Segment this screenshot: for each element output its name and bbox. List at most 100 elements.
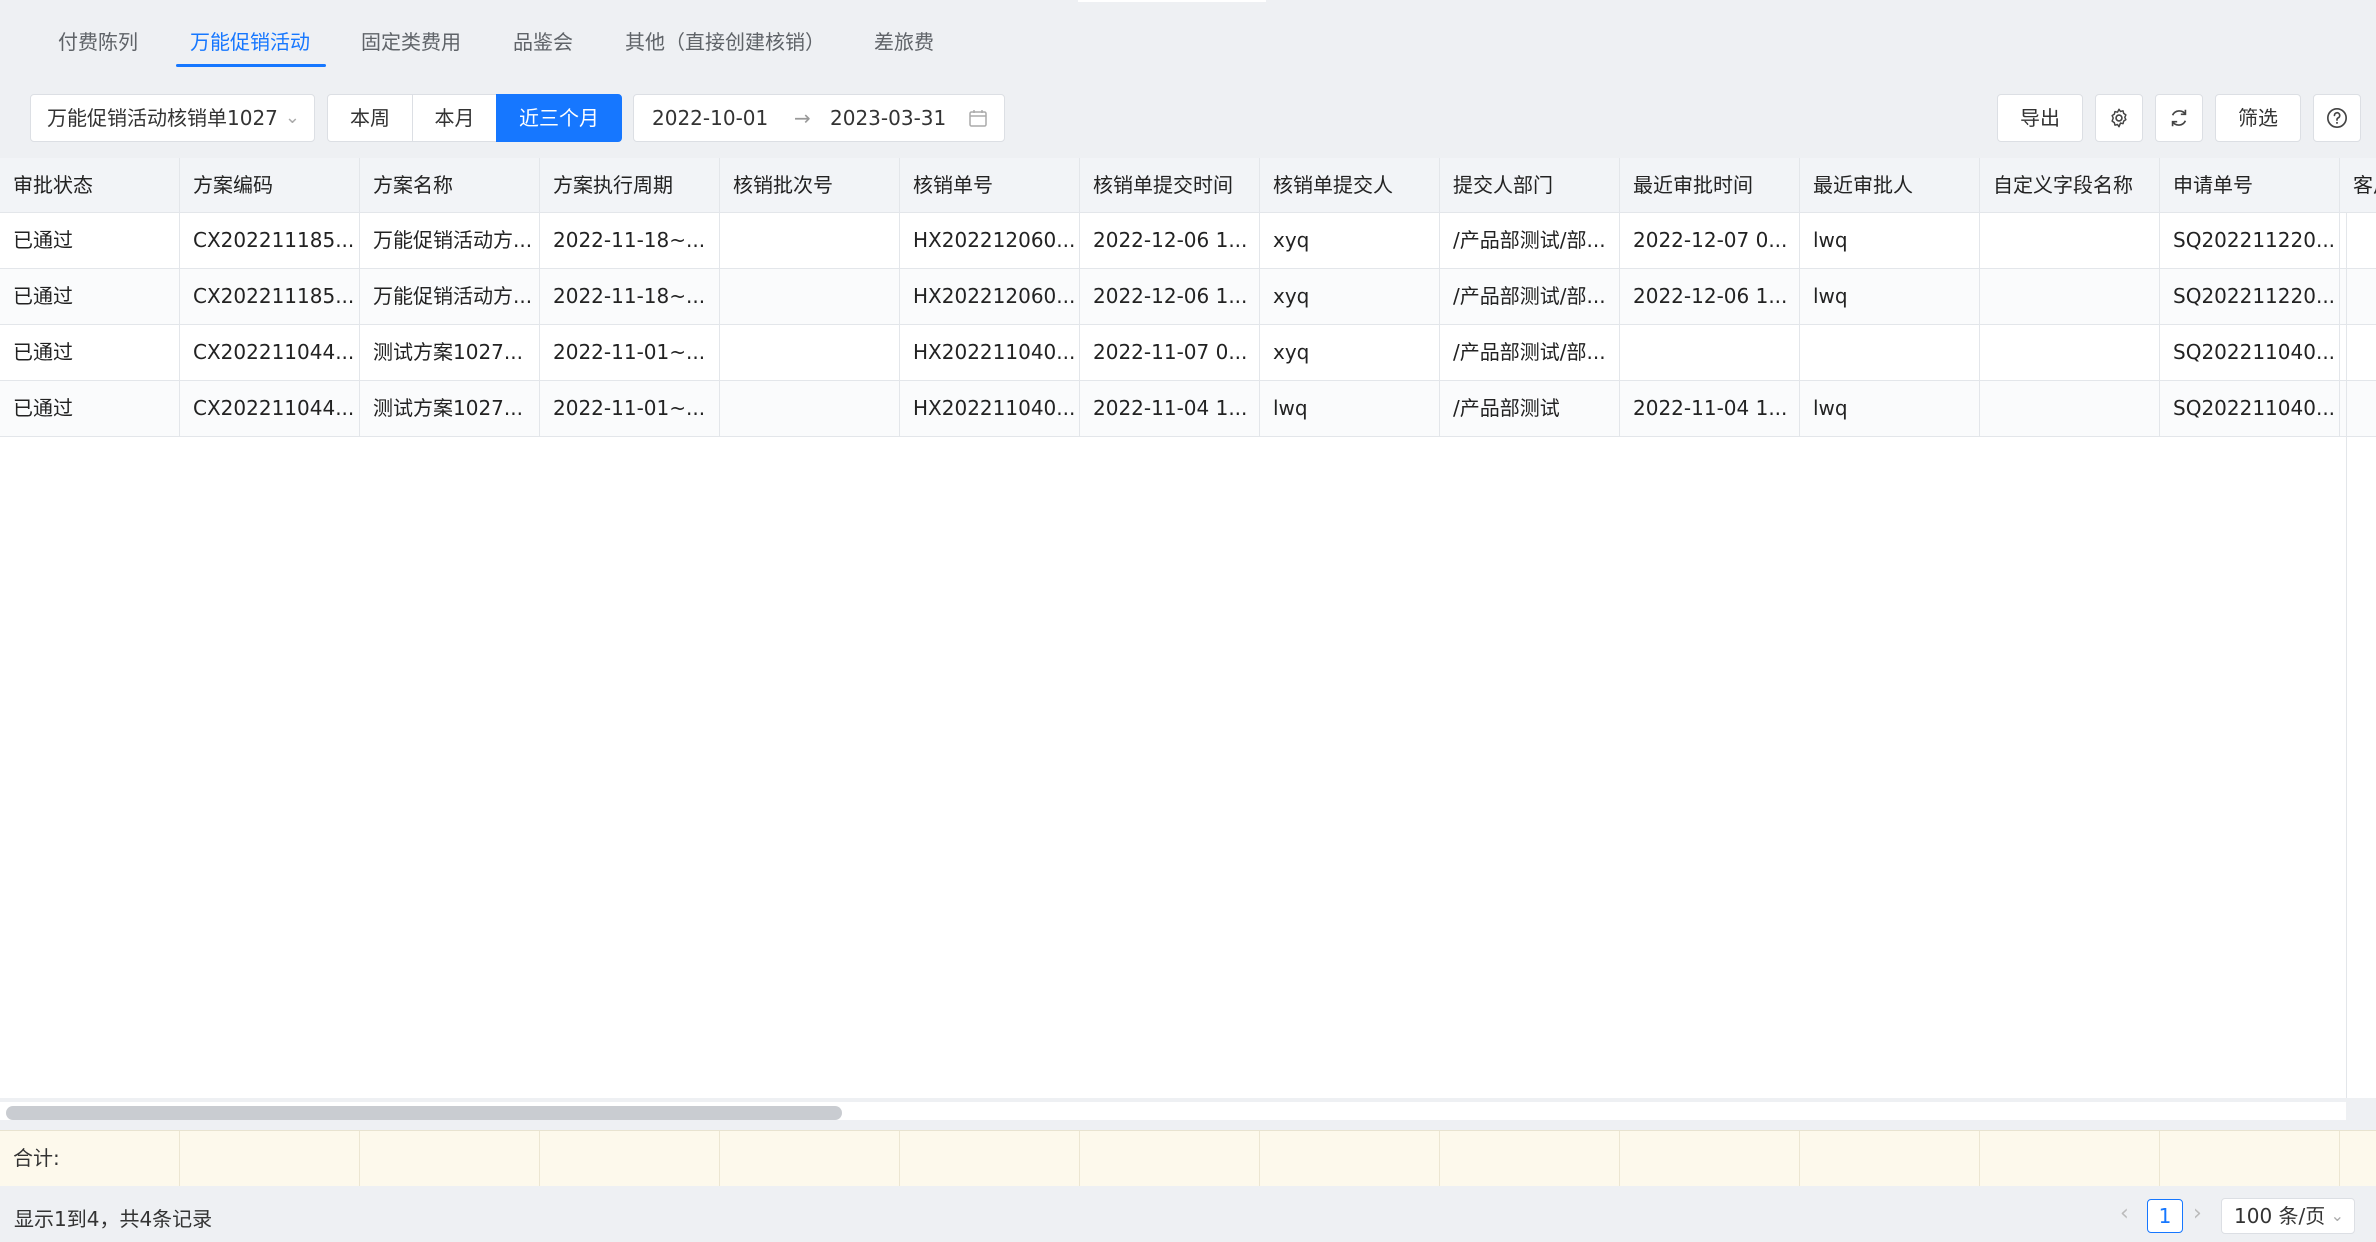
table-cell: SQ202211040... xyxy=(2160,381,2340,437)
refresh-icon xyxy=(2171,109,2187,127)
date-range-picker[interactable]: 2022-10-01 → 2023-03-31 xyxy=(633,94,1005,142)
calendar-icon xyxy=(969,110,987,127)
table-cell xyxy=(720,269,900,325)
tab-tasting[interactable]: 品鉴会 xyxy=(513,26,573,55)
table-cell: CX202211185... xyxy=(180,213,360,269)
page-size-value: 100 条/页 xyxy=(2234,1204,2326,1228)
table-cell: 2022-12-06 1... xyxy=(1620,269,1800,325)
refresh-button[interactable] xyxy=(2155,94,2203,142)
table-cell xyxy=(720,325,900,381)
summary-row: 合计: xyxy=(0,1130,2376,1186)
column-header[interactable]: 审批状态 xyxy=(0,158,180,213)
chevron-down-icon: ⌄ xyxy=(2330,1206,2344,1225)
summary-cell xyxy=(1440,1131,1620,1186)
tab-fixed-cost[interactable]: 固定类费用 xyxy=(361,26,461,55)
page-number-current[interactable]: 1 xyxy=(2147,1199,2183,1233)
export-button[interactable]: 导出 xyxy=(1997,94,2083,142)
scrollbar-thumb[interactable] xyxy=(6,1106,842,1120)
column-header[interactable]: 最近审批时间 xyxy=(1620,158,1800,213)
table-cell: CX202211185... xyxy=(180,269,360,325)
column-header[interactable]: 核销单提交人 xyxy=(1260,158,1440,213)
table-cell: 2022-12-06 1... xyxy=(1080,213,1260,269)
table-cell: HX202212060... xyxy=(900,213,1080,269)
table-cell: 已通过 xyxy=(0,325,180,381)
column-header[interactable]: 方案执行周期 xyxy=(540,158,720,213)
column-header[interactable]: 提交人部门 xyxy=(1440,158,1620,213)
tab-other[interactable]: 其他（直接创建核销） xyxy=(625,26,825,55)
table-row[interactable]: 已通过 CX202211044... 测试方案1027... 2022-11-01~.… xyxy=(0,381,2376,437)
column-header[interactable]: 最近审批人 xyxy=(1800,158,1980,213)
table-cell xyxy=(1980,269,2160,325)
table-cell xyxy=(1800,325,1980,381)
table-cell: 测试方案1027... xyxy=(360,381,540,437)
table-cell: 万能促销活动方... xyxy=(360,269,540,325)
table-cell: lwq xyxy=(1800,269,1980,325)
range-this-week-button[interactable]: 本周 xyxy=(327,94,413,142)
table-cell: CX202211044... xyxy=(180,325,360,381)
date-end[interactable]: 2023-03-31 xyxy=(830,95,946,141)
table-cell: 2022-11-04 1... xyxy=(1620,381,1800,437)
chevron-left-icon[interactable]: ‹ xyxy=(2120,1201,2129,1226)
table-header: 审批状态 方案编码 方案名称 方案执行周期 核销批次号 核销单号 核销单提交时间… xyxy=(0,158,2376,213)
help-icon xyxy=(2327,108,2347,128)
table-cell: SQ202211040... xyxy=(2160,325,2340,381)
table-cell: 2022-11-01~... xyxy=(540,381,720,437)
page-size-select[interactable]: 100 条/页 ⌄ xyxy=(2221,1198,2355,1234)
table-right-border xyxy=(2346,213,2347,1098)
table-cell: 2022-11-18~... xyxy=(540,269,720,325)
horizontal-scrollbar[interactable] xyxy=(0,1102,2346,1120)
form-select[interactable]: 万能促销活动核销单1027 ⌄ xyxy=(30,94,315,142)
table-row[interactable]: 已通过 CX202211185... 万能促销活动方... 2022-11-18~..… xyxy=(0,269,2376,325)
table-cell: /产品部测试/部... xyxy=(1440,325,1620,381)
summary-cell xyxy=(720,1131,900,1186)
tab-travel[interactable]: 差旅费 xyxy=(874,26,934,55)
table-cell: HX202211040... xyxy=(900,325,1080,381)
table-cell: 测试方案1027... xyxy=(360,325,540,381)
table-cell: 2022-12-06 1... xyxy=(1080,269,1260,325)
column-header[interactable]: 核销单号 xyxy=(900,158,1080,213)
table-cell: xyq xyxy=(1260,325,1440,381)
help-button[interactable] xyxy=(2313,94,2361,142)
table-cell: 2022-11-18~... xyxy=(540,213,720,269)
pagination-footer: 显示1到4，共4条记录 ‹ 1 › 100 条/页 ⌄ xyxy=(0,1188,2376,1242)
range-last-three-months-button[interactable]: 近三个月 xyxy=(496,94,622,142)
table-cell: lwq xyxy=(1260,381,1440,437)
column-header[interactable]: 方案名称 xyxy=(360,158,540,213)
summary-cell xyxy=(900,1131,1080,1186)
table-cell xyxy=(720,381,900,437)
table-cell: 已通过 xyxy=(0,269,180,325)
table-cell xyxy=(1980,381,2160,437)
table-cell: /产品部测试 xyxy=(1440,381,1620,437)
summary-cell xyxy=(540,1131,720,1186)
active-tab-underline xyxy=(176,64,326,67)
column-header[interactable]: 方案编码 xyxy=(180,158,360,213)
range-this-month-button[interactable]: 本月 xyxy=(412,94,497,142)
column-header[interactable]: 自定义字段名称 xyxy=(1980,158,2160,213)
table-cell: /产品部测试/部... xyxy=(1440,213,1620,269)
table-cell: lwq xyxy=(1800,213,1980,269)
tab-bar: 付费陈列 万能促销活动 固定类费用 品鉴会 其他（直接创建核销） 差旅费 xyxy=(0,0,2376,70)
record-info: 显示1到4，共4条记录 xyxy=(14,1207,213,1231)
table-cell xyxy=(720,213,900,269)
table-row[interactable]: 已通过 CX202211185... 万能促销活动方... 2022-11-18~..… xyxy=(0,213,2376,269)
chevron-right-icon[interactable]: › xyxy=(2193,1201,2202,1226)
summary-cell xyxy=(1620,1131,1800,1186)
table-row[interactable]: 已通过 CX202211044... 测试方案1027... 2022-11-01~.… xyxy=(0,325,2376,381)
tab-promotion[interactable]: 万能促销活动 xyxy=(190,26,310,55)
column-header[interactable]: 核销批次号 xyxy=(720,158,900,213)
column-header[interactable]: 申请单号 xyxy=(2160,158,2340,213)
tab-paid-display[interactable]: 付费陈列 xyxy=(58,26,138,55)
table-cell: 2022-11-04 1... xyxy=(1080,381,1260,437)
summary-label: 合计: xyxy=(0,1131,180,1186)
table-cell: 2022-11-07 0... xyxy=(1080,325,1260,381)
date-start[interactable]: 2022-10-01 xyxy=(652,95,768,141)
table-cell: xyq xyxy=(1260,269,1440,325)
column-header[interactable]: 客户 xyxy=(2340,158,2376,213)
table-cell xyxy=(1980,213,2160,269)
toolbar: 万能促销活动核销单1027 ⌄ 本周 本月 近三个月 2022-10-01 → … xyxy=(0,94,2376,146)
form-select-value: 万能促销活动核销单1027 xyxy=(47,106,278,130)
settings-button[interactable] xyxy=(2095,94,2143,142)
summary-cell xyxy=(2160,1131,2340,1186)
column-header[interactable]: 核销单提交时间 xyxy=(1080,158,1260,213)
filter-button[interactable]: 筛选 xyxy=(2215,94,2301,142)
